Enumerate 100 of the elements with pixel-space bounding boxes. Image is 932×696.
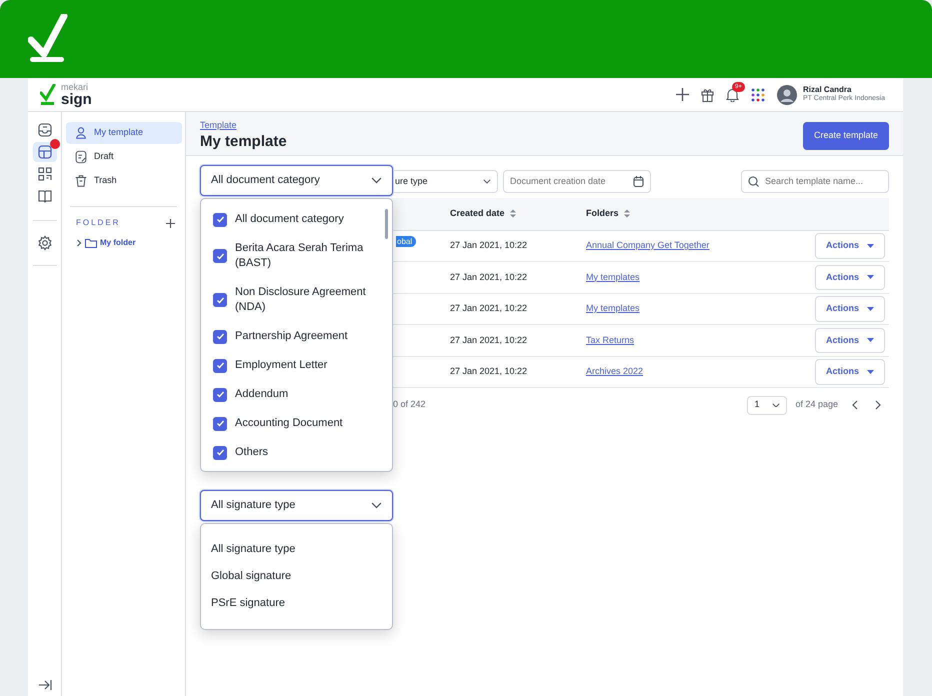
previous-page-icon[interactable] xyxy=(852,400,858,410)
result-count: 0 of 242 xyxy=(393,398,426,412)
folder-link[interactable]: Archives 2022 xyxy=(586,366,644,376)
page-total: of 24 page xyxy=(795,398,838,412)
brand-tagline: mekari xyxy=(61,82,90,92)
draft-icon xyxy=(74,150,88,164)
date-input[interactable]: Document creation date xyxy=(510,174,629,188)
table-cell: 27 Jan 2021, 10:22 xyxy=(449,293,585,324)
category-option[interactable]: Others xyxy=(201,438,392,467)
sort-icon[interactable] xyxy=(624,209,630,218)
chevron-down-icon xyxy=(371,502,382,509)
caret-icon xyxy=(867,306,874,311)
checkbox[interactable] xyxy=(213,388,227,402)
signature-type-select[interactable]: All signature type xyxy=(200,490,393,521)
qr-code-icon xyxy=(36,166,52,182)
inbox-icon xyxy=(36,122,52,138)
table-cell: 27 Jan 2021, 10:22 xyxy=(449,324,585,356)
add-folder-icon[interactable] xyxy=(166,218,175,228)
sidebar-item[interactable]: Trash xyxy=(66,170,182,192)
check-icon xyxy=(216,419,224,428)
caret-icon xyxy=(867,244,874,248)
create-template-button[interactable]: Create template xyxy=(802,122,889,150)
folder-link[interactable]: Tax Returns xyxy=(586,334,634,344)
checkbox[interactable] xyxy=(213,446,227,460)
folder-link[interactable]: My templates xyxy=(586,303,640,313)
check-icon xyxy=(216,296,224,304)
trash-icon xyxy=(74,174,88,188)
caret-icon xyxy=(867,338,874,342)
check-icon xyxy=(216,361,224,370)
gift-icon[interactable] xyxy=(701,88,714,102)
bell-icon[interactable] xyxy=(726,88,740,102)
tag-badge: obal xyxy=(396,236,416,246)
actions-button[interactable]: Actions xyxy=(814,296,885,322)
checkbox[interactable] xyxy=(213,293,227,307)
search-field[interactable]: Search template name... xyxy=(741,170,889,193)
search-icon xyxy=(748,176,759,187)
checkbox[interactable] xyxy=(213,212,227,226)
brand-name: sign xyxy=(61,92,92,106)
signature-type-select[interactable]: ure type xyxy=(393,170,498,193)
chevron-right-icon[interactable] xyxy=(76,239,82,247)
category-option[interactable]: Addendum xyxy=(201,380,392,409)
page-title: My template xyxy=(200,133,287,151)
book-icon xyxy=(36,188,52,204)
checkmark-logo xyxy=(28,14,68,64)
user-icon xyxy=(74,126,88,140)
category-option[interactable]: Partnership Agreement xyxy=(201,322,392,351)
caret-icon xyxy=(867,370,874,374)
apps-grid-icon[interactable] xyxy=(751,88,766,102)
category-option[interactable]: Accounting Document xyxy=(201,409,392,438)
category-select[interactable]: All document category xyxy=(200,165,393,196)
checkbox[interactable] xyxy=(213,358,227,372)
folder-heading: FOLDER xyxy=(76,217,120,229)
sort-icon[interactable] xyxy=(510,209,516,218)
table-cell: 27 Jan 2021, 10:22 xyxy=(449,262,585,293)
category-option[interactable]: All document category xyxy=(201,205,392,234)
expand-sidebar-icon[interactable] xyxy=(38,680,52,690)
check-icon xyxy=(216,252,224,260)
column-header[interactable]: Folders xyxy=(586,207,630,220)
next-page-icon[interactable] xyxy=(875,400,881,410)
checkbox[interactable] xyxy=(213,249,227,263)
category-option[interactable]: Berita Acara Serah Terima (BAST) xyxy=(201,234,392,278)
actions-button[interactable]: Actions xyxy=(814,328,885,353)
category-option[interactable]: Non Disclosure Agreement (NDA) xyxy=(201,278,392,322)
caret-icon xyxy=(867,275,874,280)
signature-option[interactable]: PSrE signature xyxy=(201,590,392,617)
template-icon xyxy=(36,144,52,160)
check-icon xyxy=(216,332,224,341)
plus-icon[interactable] xyxy=(676,88,690,101)
search-input[interactable]: Search template name... xyxy=(765,174,882,188)
table-cell: 27 Jan 2021, 10:22 xyxy=(449,230,585,262)
checkbox[interactable] xyxy=(213,330,227,344)
signature-option[interactable]: All signature type xyxy=(201,536,392,563)
page-select[interactable]: 1 xyxy=(747,396,788,414)
scrollbar-thumb[interactable] xyxy=(385,209,388,239)
date-field[interactable]: Document creation date xyxy=(503,170,651,193)
folder-link[interactable]: Annual Company Get Together xyxy=(586,240,710,250)
logo-icon xyxy=(40,84,56,106)
category-option[interactable]: Employment Letter xyxy=(201,351,392,380)
chevron-down-icon xyxy=(483,179,491,184)
template-button[interactable] xyxy=(32,142,56,162)
calendar-icon[interactable] xyxy=(633,176,644,187)
actions-button[interactable]: Actions xyxy=(814,233,885,258)
chevron-down-icon xyxy=(371,177,382,184)
checkbox[interactable] xyxy=(213,416,227,430)
sidebar-item[interactable]: Draft xyxy=(66,146,182,168)
avatar-icon[interactable] xyxy=(777,84,798,104)
chevron-down-icon xyxy=(772,402,780,408)
check-icon xyxy=(216,448,224,457)
signature-option[interactable]: Global signature xyxy=(201,563,392,590)
breadcrumb-link[interactable]: Template xyxy=(200,120,237,130)
actions-button[interactable]: Actions xyxy=(814,264,885,290)
actions-button[interactable]: Actions xyxy=(814,359,885,384)
folder-link[interactable]: My templates xyxy=(586,272,640,282)
sidebar-item[interactable]: My template xyxy=(66,122,182,144)
folder-icon xyxy=(85,238,97,248)
check-icon xyxy=(216,215,224,224)
user-name: Rizal Candra xyxy=(803,85,852,94)
table-cell: 27 Jan 2021, 10:22 xyxy=(449,356,585,388)
folder-link[interactable]: My folder xyxy=(100,237,136,249)
settings-icon xyxy=(36,235,52,251)
